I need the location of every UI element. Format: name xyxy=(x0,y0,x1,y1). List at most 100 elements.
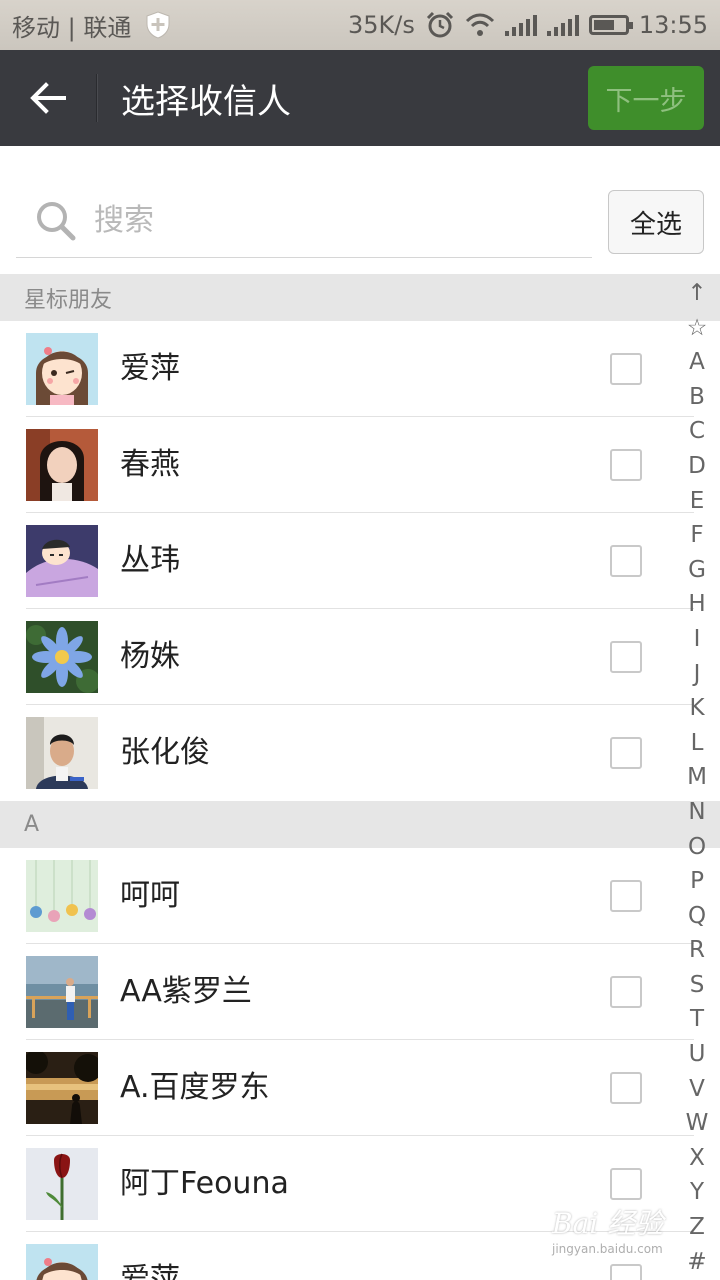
contact-item[interactable]: AA紫罗兰 xyxy=(0,944,720,1040)
contact-checkbox[interactable] xyxy=(610,976,642,1008)
select-all-button[interactable]: 全选 xyxy=(608,190,704,254)
contact-name: 阿丁Feouna xyxy=(120,1166,289,1201)
index-letter[interactable]: S xyxy=(690,968,705,1003)
contact-name: A.百度罗东 xyxy=(120,1070,270,1105)
contact-name: AA紫罗兰 xyxy=(120,974,252,1009)
avatar xyxy=(26,717,98,789)
index-letter[interactable]: ☆ xyxy=(687,311,708,346)
contact-checkbox[interactable] xyxy=(610,880,642,912)
contact-item[interactable]: 丛玮 xyxy=(0,513,720,609)
contact-item[interactable]: 杨姝 xyxy=(0,609,720,705)
contact-checkbox[interactable] xyxy=(610,449,642,481)
index-letter[interactable]: D xyxy=(688,449,706,484)
index-letter[interactable]: # xyxy=(687,1245,706,1280)
contact-item[interactable]: 张化俊 xyxy=(0,705,720,801)
search-row: 全选 xyxy=(0,146,720,274)
index-letter[interactable]: A xyxy=(689,345,705,380)
contact-checkbox[interactable] xyxy=(610,353,642,385)
contact-checkbox[interactable] xyxy=(610,1168,642,1200)
index-letter[interactable]: Y xyxy=(690,1175,704,1210)
index-letter[interactable]: L xyxy=(691,726,704,761)
contact-checkbox[interactable] xyxy=(610,641,642,673)
avatar xyxy=(26,1052,98,1124)
network-speed: 35K/s xyxy=(347,11,415,39)
index-letter[interactable]: ↑ xyxy=(687,276,706,311)
header-divider xyxy=(96,74,97,122)
avatar xyxy=(26,525,98,597)
avatar xyxy=(26,1148,98,1220)
sunset-avatar-icon xyxy=(26,1052,98,1124)
index-letter[interactable]: C xyxy=(689,414,705,449)
index-letter[interactable]: K xyxy=(689,691,704,726)
contact-name: 呵呵 xyxy=(120,878,180,913)
index-letter[interactable]: U xyxy=(689,1037,706,1072)
index-letter[interactable]: B xyxy=(689,380,705,415)
search-input[interactable] xyxy=(94,203,554,238)
title-bar: 选择收信人 下一步 xyxy=(0,50,720,146)
contact-name: 杨姝 xyxy=(120,639,180,674)
index-letter[interactable]: V xyxy=(689,1072,705,1107)
index-letter[interactable]: P xyxy=(690,864,704,899)
cartoon-girl-avatar-icon xyxy=(26,333,98,405)
shield-icon xyxy=(146,11,170,39)
contact-name: 张化俊 xyxy=(120,735,210,770)
contact-checkbox[interactable] xyxy=(610,1264,642,1280)
index-letter[interactable]: T xyxy=(690,1002,704,1037)
contact-name: 丛玮 xyxy=(120,543,180,578)
wifi-icon xyxy=(465,13,494,36)
arrow-left-icon xyxy=(30,82,66,114)
contact-checkbox[interactable] xyxy=(610,1072,642,1104)
cartoon-girl-avatar-icon xyxy=(26,1244,98,1280)
tulip-avatar-icon xyxy=(26,1148,98,1220)
index-letter[interactable]: E xyxy=(690,484,705,519)
signal-icon xyxy=(504,14,537,36)
contact-name: 爱萍 xyxy=(120,351,180,386)
index-letter[interactable]: Q xyxy=(688,899,706,934)
contact-item[interactable]: 阿丁Feouna xyxy=(0,1136,720,1232)
contact-name: 爱萍 xyxy=(120,1262,180,1280)
contact-item[interactable]: 爱萍 xyxy=(0,321,720,417)
contact-checkbox[interactable] xyxy=(610,737,642,769)
contact-name: 春燕 xyxy=(120,447,180,482)
search-icon xyxy=(37,201,76,240)
contact-item[interactable]: A.百度罗东 xyxy=(0,1040,720,1136)
index-letter[interactable]: I xyxy=(694,622,701,657)
contact-checkbox[interactable] xyxy=(610,545,642,577)
clock: 13:55 xyxy=(638,11,708,39)
index-letter[interactable]: F xyxy=(690,518,703,553)
section-header: A xyxy=(0,801,720,848)
next-step-button[interactable]: 下一步 xyxy=(588,66,704,130)
man-avatar-icon xyxy=(26,717,98,789)
index-letter[interactable]: O xyxy=(688,830,706,865)
avatar xyxy=(26,429,98,501)
index-letter[interactable]: W xyxy=(686,1106,709,1141)
alphabet-index-bar[interactable]: ↑ ☆ A B C D E F G H I J K L M N O P Q R … xyxy=(680,276,714,1279)
index-letter[interactable]: M xyxy=(687,760,707,795)
index-letter[interactable]: X xyxy=(689,1141,705,1176)
flower-avatar-icon xyxy=(26,621,98,693)
contact-item[interactable]: 呵呵 xyxy=(0,848,720,944)
avatar xyxy=(26,333,98,405)
cartoon-sleeping-avatar-icon xyxy=(26,525,98,597)
battery-icon xyxy=(588,15,633,35)
index-letter[interactable]: R xyxy=(689,933,705,968)
search-box[interactable] xyxy=(16,184,592,258)
lakeside-avatar-icon xyxy=(26,956,98,1028)
index-letter[interactable]: G xyxy=(688,553,706,588)
status-bar: 移动 | 联通 35K/s 13:55 xyxy=(0,0,720,50)
carrier-label: 移动 | 联通 xyxy=(12,13,132,42)
index-letter[interactable]: N xyxy=(688,795,705,830)
contact-list: 星标朋友 爱萍 春燕 丛玮 杨姝 张化俊 A 呵呵 AA紫罗兰 A.百度罗东 阿… xyxy=(0,274,720,1280)
index-letter[interactable]: H xyxy=(688,587,705,622)
signal-icon-2 xyxy=(546,14,579,36)
back-button[interactable] xyxy=(0,50,96,146)
avatar xyxy=(26,1244,98,1280)
avatar xyxy=(26,956,98,1028)
woman-avatar-icon xyxy=(26,429,98,501)
contact-item[interactable]: 春燕 xyxy=(0,417,720,513)
section-header: 星标朋友 xyxy=(0,274,720,321)
alarm-icon xyxy=(426,11,453,38)
contact-item[interactable]: 爱萍 xyxy=(0,1232,720,1280)
index-letter[interactable]: Z xyxy=(689,1210,705,1245)
index-letter[interactable]: J xyxy=(694,657,701,692)
